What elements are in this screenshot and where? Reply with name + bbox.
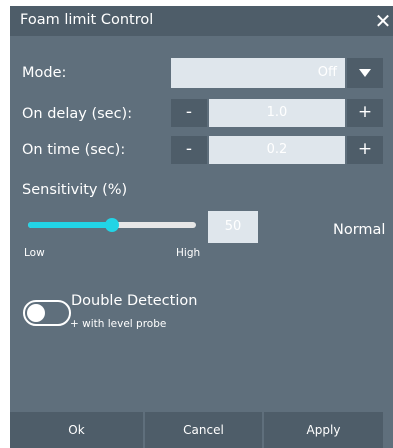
on-time-label: On time (sec):: [22, 142, 126, 158]
double-detection-label: Double Detection: [71, 293, 198, 309]
apply-button[interactable]: Apply: [264, 412, 383, 448]
foam-limit-dialog: Foam limit Control ✕ Mode: Off On delay …: [10, 6, 393, 448]
on-time-input[interactable]: 0.2: [209, 136, 345, 164]
sensitivity-status: Normal: [333, 222, 386, 238]
cancel-button[interactable]: Cancel: [145, 412, 262, 448]
title-bar: Foam limit Control ✕: [10, 6, 393, 36]
double-detection-subtitle: + with level probe: [70, 318, 167, 330]
sensitivity-input[interactable]: 50: [208, 211, 258, 243]
sensitivity-slider-fill: [28, 222, 112, 228]
mode-label: Mode:: [22, 65, 67, 81]
dialog-title: Foam limit Control: [20, 12, 154, 28]
triangle-down-icon: [359, 69, 371, 77]
on-delay-minus-button[interactable]: -: [171, 99, 207, 127]
double-detection-toggle[interactable]: [23, 300, 71, 326]
slider-low-label: Low: [24, 247, 45, 259]
on-delay-label: On delay (sec):: [22, 106, 133, 122]
mode-select[interactable]: Off: [171, 58, 345, 88]
mode-dropdown-button[interactable]: [347, 58, 383, 88]
toggle-knob: [27, 304, 45, 322]
on-time-plus-button[interactable]: +: [347, 136, 383, 164]
ok-button[interactable]: Ok: [10, 412, 143, 448]
on-delay-plus-button[interactable]: +: [347, 99, 383, 127]
sensitivity-label: Sensitivity (%): [22, 182, 128, 198]
on-delay-input[interactable]: 1.0: [209, 99, 345, 127]
close-icon[interactable]: ✕: [373, 9, 393, 33]
on-time-minus-button[interactable]: -: [171, 136, 207, 164]
sensitivity-slider-thumb[interactable]: [105, 218, 119, 232]
slider-high-label: High: [176, 247, 201, 259]
